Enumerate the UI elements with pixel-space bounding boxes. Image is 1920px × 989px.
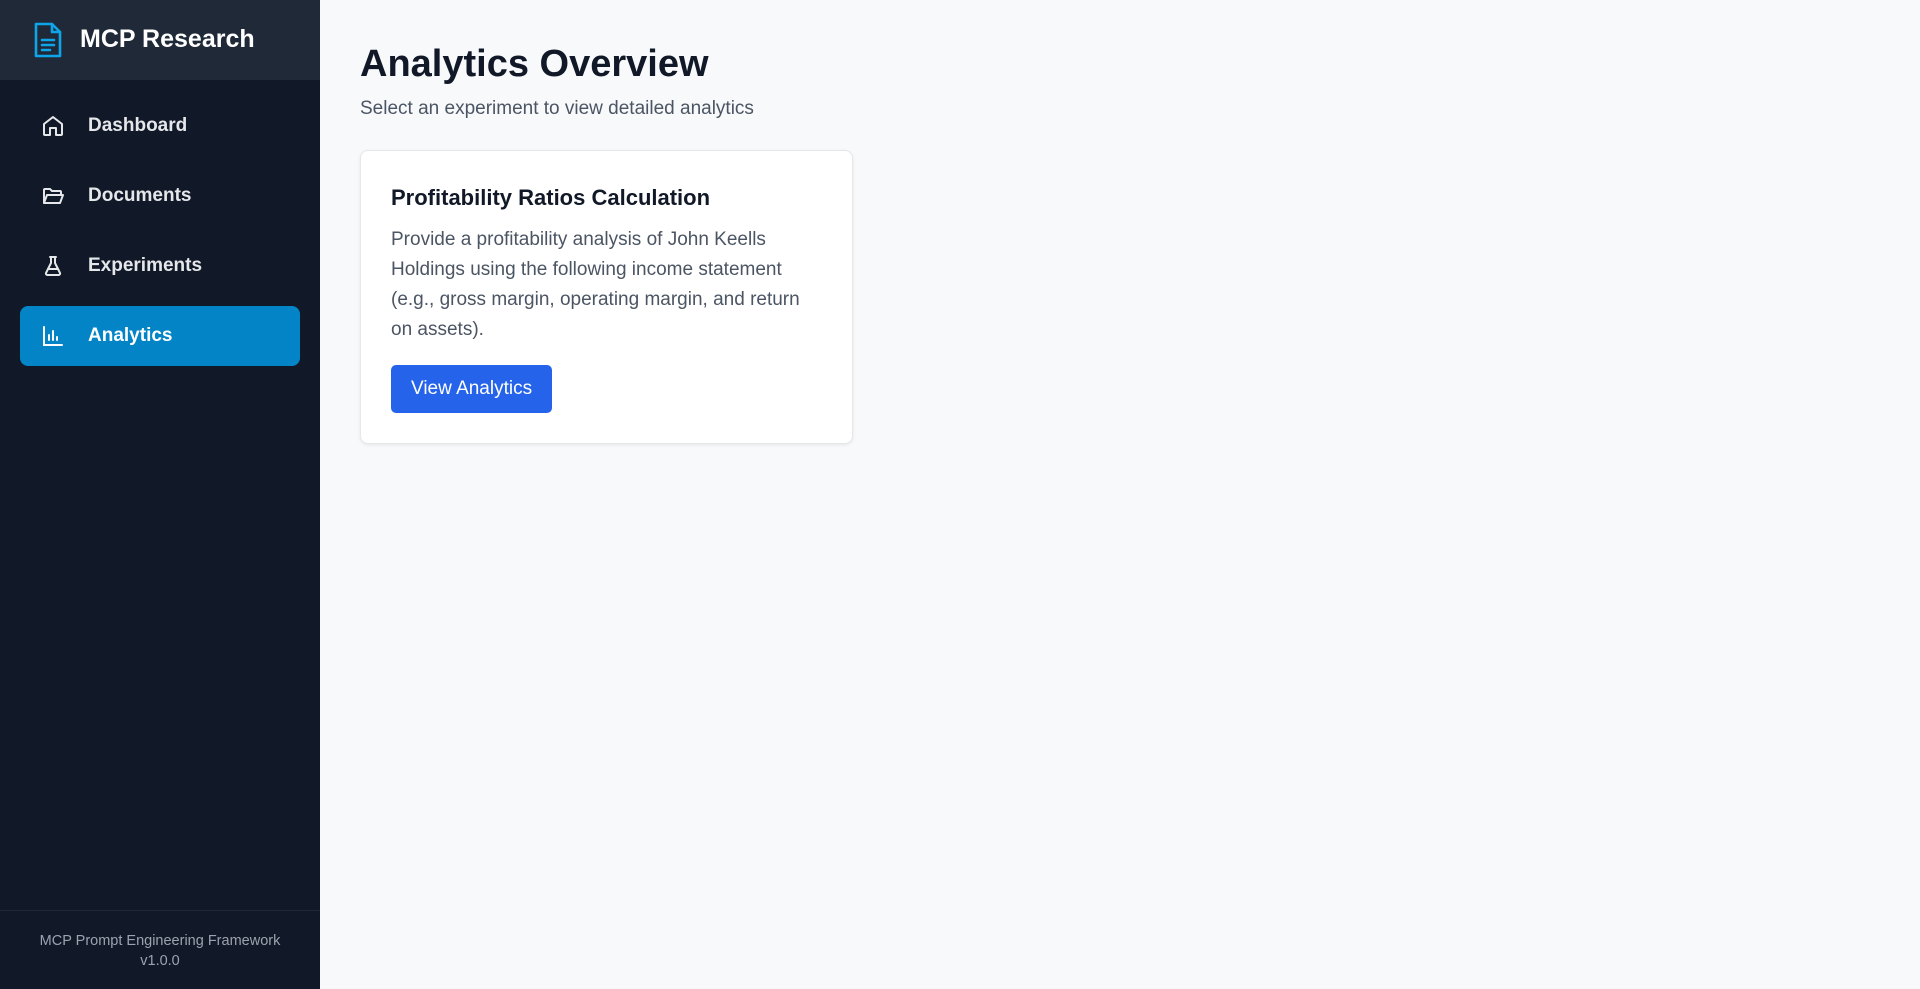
document-icon xyxy=(32,21,66,59)
brand-title: MCP Research xyxy=(80,25,255,53)
footer-app-name: MCP Prompt Engineering Framework xyxy=(39,933,281,949)
sidebar-item-label: Documents xyxy=(88,185,192,206)
sidebar-item-documents[interactable]: Documents xyxy=(20,166,300,226)
sidebar-nav: Dashboard Documents Experiments Analytic… xyxy=(0,80,320,910)
home-icon xyxy=(40,113,66,139)
folder-open-icon xyxy=(40,183,66,209)
card-description: Provide a profitability analysis of John… xyxy=(391,229,800,340)
sidebar-item-label: Analytics xyxy=(88,325,173,346)
sidebar-footer: MCP Prompt Engineering Framework v1.0.0 xyxy=(0,910,320,989)
card-title: Profitability Ratios Calculation xyxy=(391,185,711,210)
sidebar-item-label: Dashboard xyxy=(88,115,188,136)
sidebar-item-analytics[interactable]: Analytics xyxy=(20,306,300,366)
flask-icon xyxy=(40,253,66,279)
app-root: MCP Research Dashboard Documents Experim… xyxy=(0,0,1920,989)
experiment-card: Profitability Ratios Calculation Provide… xyxy=(360,150,853,444)
page-subtitle: Select an experiment to view detailed an… xyxy=(360,98,754,119)
view-analytics-button[interactable]: View Analytics xyxy=(391,365,553,413)
brand-header[interactable]: MCP Research xyxy=(0,0,320,80)
bar-chart-icon xyxy=(40,323,66,349)
footer-version: v1.0.0 xyxy=(140,953,180,969)
sidebar-item-label: Experiments xyxy=(88,255,203,276)
sidebar: MCP Research Dashboard Documents Experim… xyxy=(0,0,320,989)
main-content: Analytics Overview Select an experiment … xyxy=(320,0,1920,989)
sidebar-item-experiments[interactable]: Experiments xyxy=(20,236,300,296)
page-title: Analytics Overview xyxy=(360,43,709,85)
sidebar-item-dashboard[interactable]: Dashboard xyxy=(20,96,300,156)
